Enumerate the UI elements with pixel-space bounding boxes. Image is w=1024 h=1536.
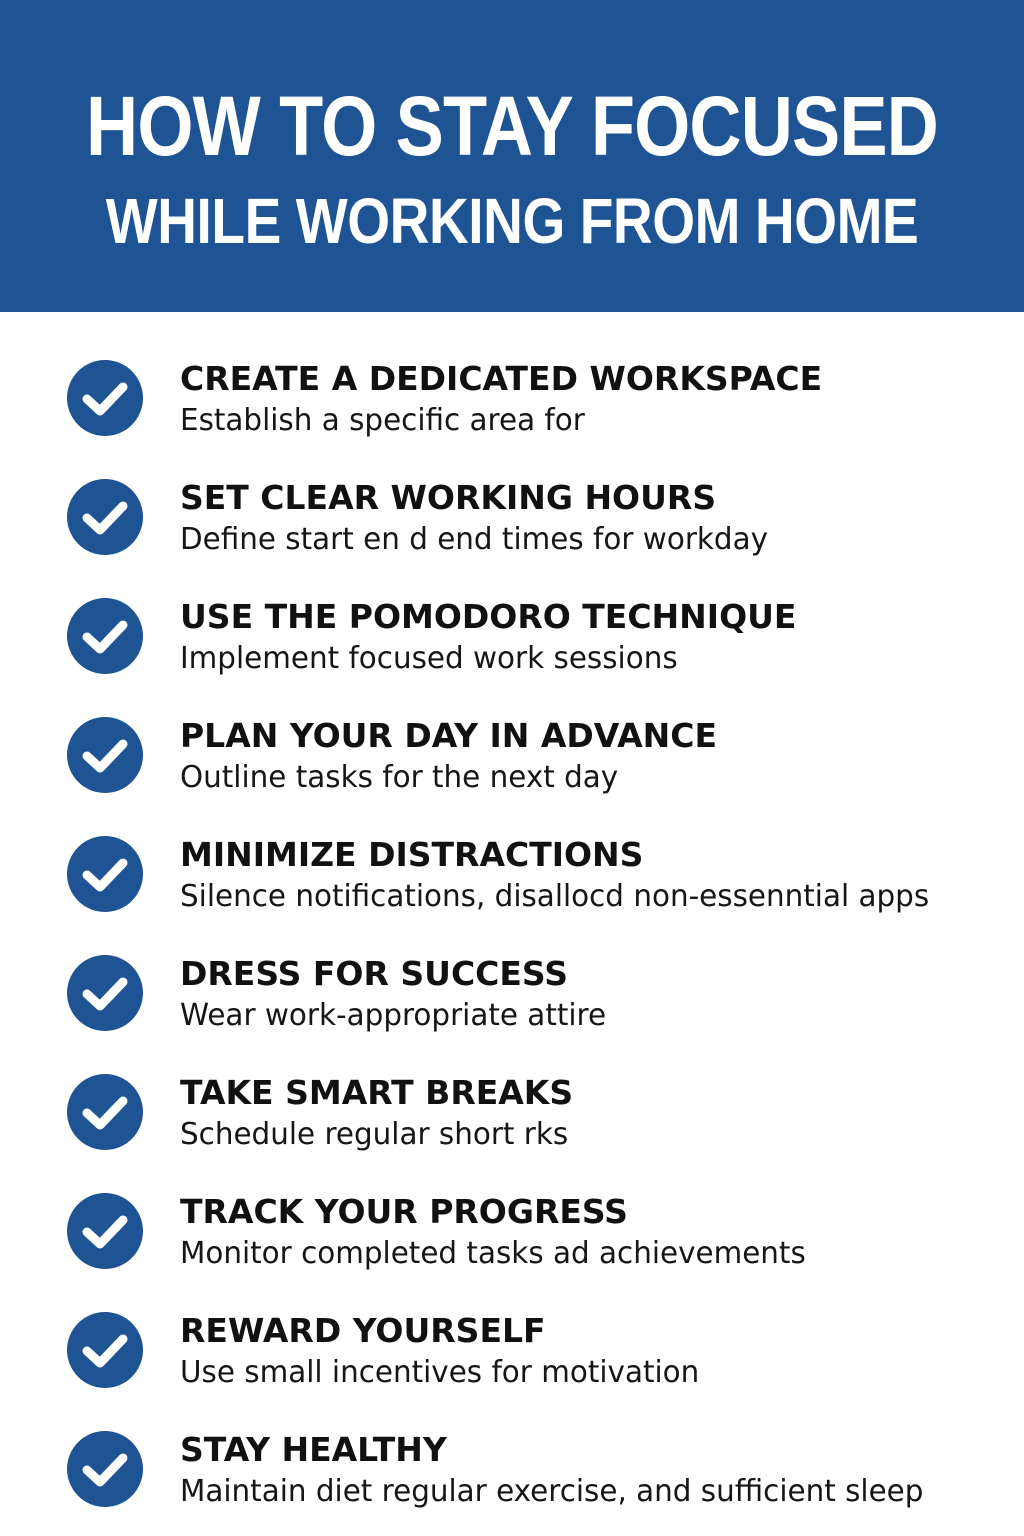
page-title: HOW TO STAY FOCUSED — [86, 79, 939, 173]
tip-title: STAY HEALTHY — [180, 1430, 447, 1469]
check-circle-icon — [67, 598, 143, 674]
check-circle-icon — [67, 1074, 143, 1150]
tip-item-breaks: TAKE SMART BREAKS Schedule regular short… — [0, 1054, 1024, 1173]
tip-description: Implement focused work sessions — [180, 641, 678, 676]
tip-description: Outline tasks for the next day — [180, 760, 619, 795]
tip-title: SET CLEAR WORKING HOURS — [180, 478, 717, 517]
check-circle-icon — [67, 1312, 143, 1388]
tip-description: Define start en d end times for workday — [180, 522, 769, 557]
check-circle-icon — [67, 360, 143, 436]
tip-description: Monitor completed tasks ad achievements — [180, 1236, 806, 1271]
check-circle-icon — [67, 1193, 143, 1269]
tip-item-healthy: STAY HEALTHY Maintain diet regular exerc… — [0, 1411, 1024, 1530]
tip-title: PLAN YOUR DAY IN ADVANCE — [180, 716, 718, 755]
tip-item-workspace: CREATE A DEDICATED WORKSPACE Establish a… — [0, 340, 1024, 459]
tip-title: REWARD YOURSELF — [180, 1311, 546, 1350]
tip-title: CREATE A DEDICATED WORKSPACE — [180, 359, 823, 398]
tip-description: Silence notifications, disallocd non-ess… — [180, 879, 930, 914]
check-circle-icon — [67, 1431, 143, 1507]
tip-description: Establish a specific area for — [180, 403, 585, 438]
tip-item-distractions: MINIMIZE DISTRACTIONS Silence notificati… — [0, 816, 1024, 935]
tip-description: Wear work-appropriate attire — [180, 998, 607, 1033]
check-circle-icon — [67, 479, 143, 555]
tip-title: DRESS FOR SUCCESS — [180, 954, 568, 993]
tip-item-pomodoro: USE THE POMODORO TECHNIQUE Implement foc… — [0, 578, 1024, 697]
tip-item-working-hours: SET CLEAR WORKING HOURS Define start en … — [0, 459, 1024, 578]
tip-title: MINIMIZE DISTRACTIONS — [180, 835, 644, 874]
tip-description: Schedule regular short rks — [180, 1117, 569, 1152]
tip-item-dress: DRESS FOR SUCCESS Wear work-appropriate … — [0, 935, 1024, 1054]
tip-title: TRACK YOUR PROGRESS — [180, 1192, 628, 1231]
check-circle-icon — [67, 955, 143, 1031]
tip-description: Maintain diet regular exercise, and suff… — [180, 1474, 924, 1509]
tip-item-plan-day: PLAN YOUR DAY IN ADVANCE Outline tasks f… — [0, 697, 1024, 816]
tip-description: Use small incentives for motivation — [180, 1355, 700, 1390]
tips-list: CREATE A DEDICATED WORKSPACE Establish a… — [0, 340, 1024, 1530]
tip-title: TAKE SMART BREAKS — [180, 1073, 574, 1112]
check-circle-icon — [67, 717, 143, 793]
tip-item-reward: REWARD YOURSELF Use small incentives for… — [0, 1292, 1024, 1411]
tip-title: USE THE POMODORO TECHNIQUE — [180, 597, 797, 636]
check-circle-icon — [67, 836, 143, 912]
title-banner: HOW TO STAY FOCUSED WHILE WORKING FROM H… — [0, 0, 1024, 312]
tip-item-progress: TRACK YOUR PROGRESS Monitor completed ta… — [0, 1173, 1024, 1292]
page-subtitle: WHILE WORKING FROM HOME — [105, 185, 919, 257]
